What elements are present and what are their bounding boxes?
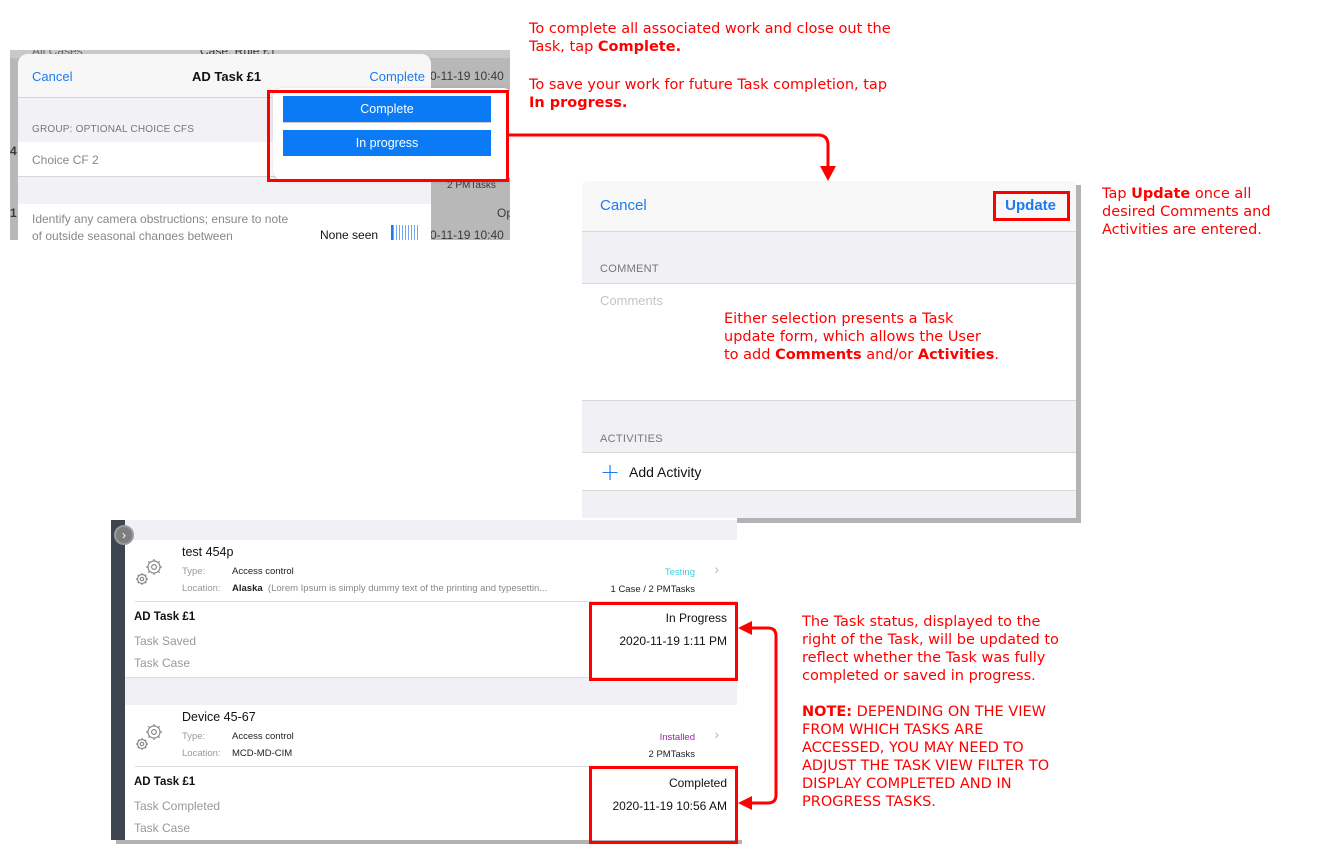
arrow-status-bracket xyxy=(748,626,778,805)
annotation-arrows xyxy=(509,133,836,810)
arrow-to-update-form xyxy=(509,133,830,168)
arrowhead xyxy=(738,796,752,810)
arrowhead xyxy=(820,166,836,181)
arrowhead xyxy=(738,621,752,635)
